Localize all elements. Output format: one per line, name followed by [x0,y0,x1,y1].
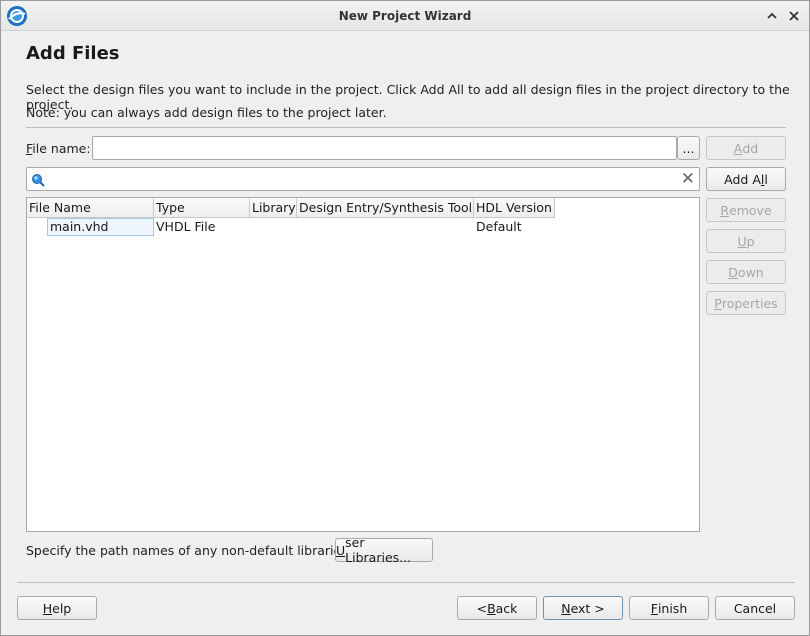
close-icon [789,11,799,21]
window-title: New Project Wizard [338,9,472,23]
header-divider [26,127,786,128]
cell-hdl-version: Default [476,219,522,234]
chevron-up-icon [767,12,777,19]
cell-tool [297,218,474,237]
close-button[interactable] [786,8,802,24]
column-header-type[interactable]: Type [154,198,250,218]
up-button[interactable]: Up [706,229,786,253]
clear-x-icon[interactable]: ✕ [681,170,695,188]
down-button[interactable]: Down [706,260,786,284]
remove-button[interactable]: Remove [706,198,786,222]
back-button[interactable]: < Back [457,596,537,620]
footer-divider [17,582,795,583]
collapse-button[interactable] [764,8,780,24]
table-row[interactable]: main.vhd VHDL File Default [27,218,555,237]
file-name-input[interactable] [92,136,677,160]
cancel-button[interactable]: Cancel [715,596,795,620]
cell-type: VHDL File [156,219,216,234]
page-note: Note: you can always add design files to… [26,105,387,120]
table-header: File Name Type Library Design Entry/Synt… [27,198,555,218]
finish-button[interactable]: Finish [629,596,709,620]
next-button[interactable]: Next > [543,596,623,620]
column-header-library[interactable]: Library [250,198,297,218]
file-name-value[interactable]: main.vhd [47,218,154,236]
add-button[interactable]: Add [706,136,786,160]
page-title: Add Files [26,43,120,64]
wizard-window: New Project Wizard Add Files Select the … [0,0,810,636]
column-header-hdl-version[interactable]: HDL Version [474,198,555,218]
cell-file-name[interactable]: main.vhd [27,218,154,237]
cell-library [250,218,297,237]
user-libraries-button[interactable]: User Libraries... [335,535,433,565]
search-icon [32,174,45,187]
browse-button[interactable]: ... [677,136,700,160]
files-table[interactable]: File Name Type Library Design Entry/Synt… [26,197,700,532]
file-name-label: File name: [26,141,91,156]
help-button[interactable]: Help [17,596,97,620]
title-bar[interactable]: New Project Wizard [1,1,809,31]
properties-button[interactable]: Properties [706,291,786,315]
libraries-label: Specify the path names of any non-defaul… [26,543,352,558]
column-header-file-name[interactable]: File Name [27,198,154,218]
column-header-design-entry[interactable]: Design Entry/Synthesis Tool [297,198,474,218]
add-all-button[interactable]: Add All [706,167,786,191]
search-input[interactable]: ✕ [26,167,700,191]
